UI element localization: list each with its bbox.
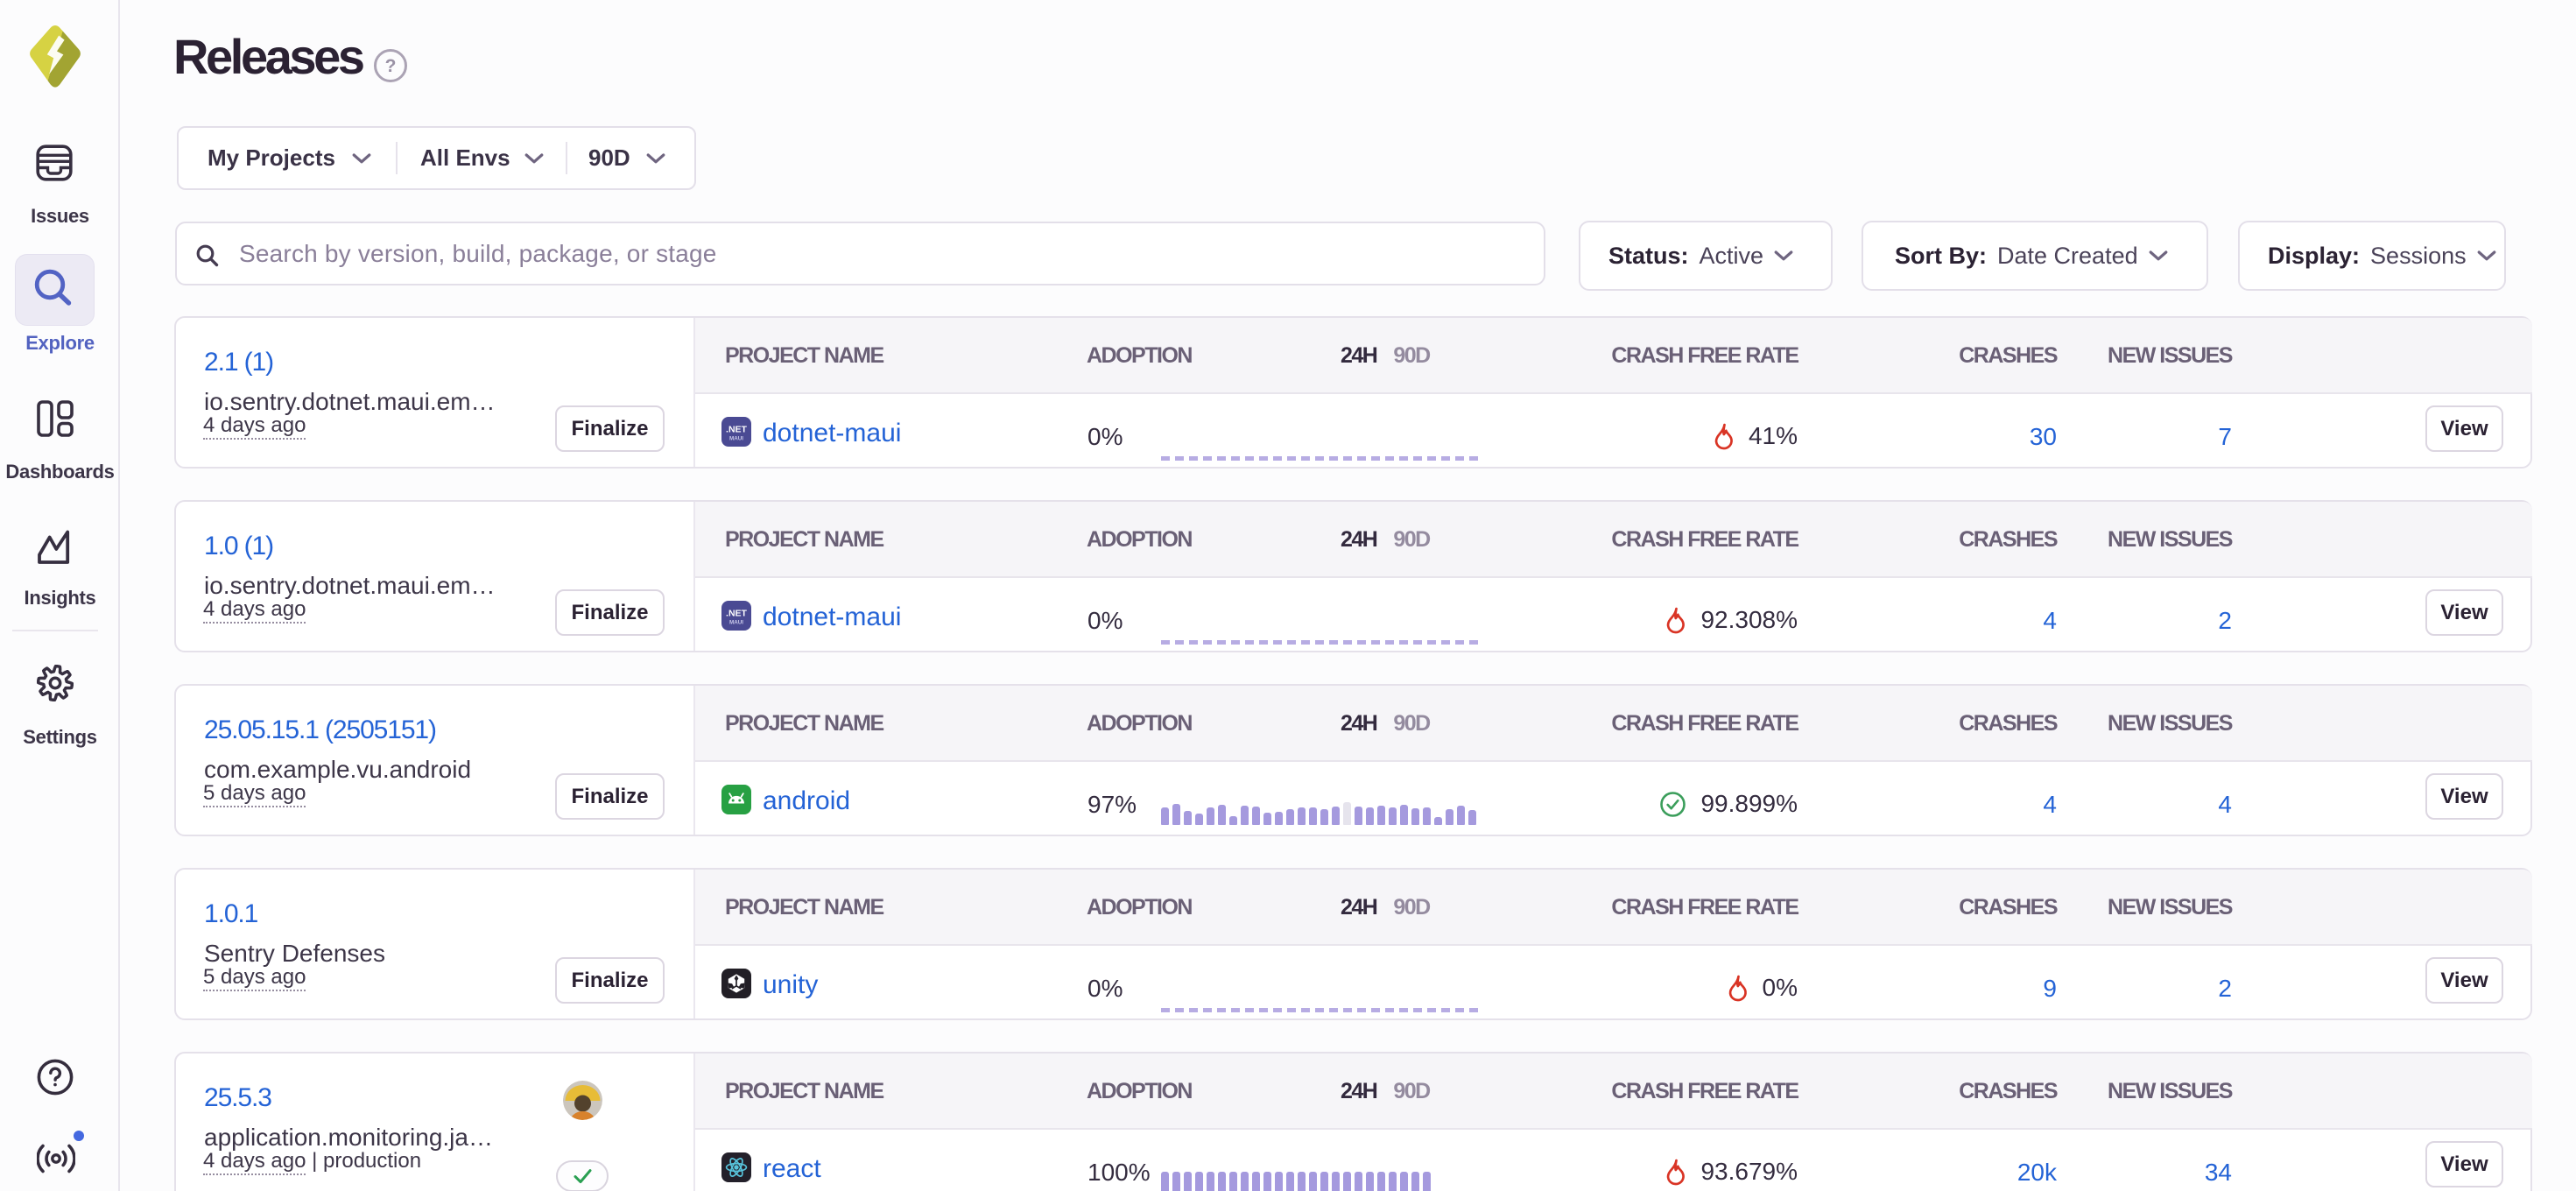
svg-text:.NET: .NET xyxy=(726,425,748,435)
svg-text:MAUI: MAUI xyxy=(729,436,743,442)
svg-text:MAUI: MAUI xyxy=(729,620,743,626)
svg-text:.NET: .NET xyxy=(726,609,748,619)
